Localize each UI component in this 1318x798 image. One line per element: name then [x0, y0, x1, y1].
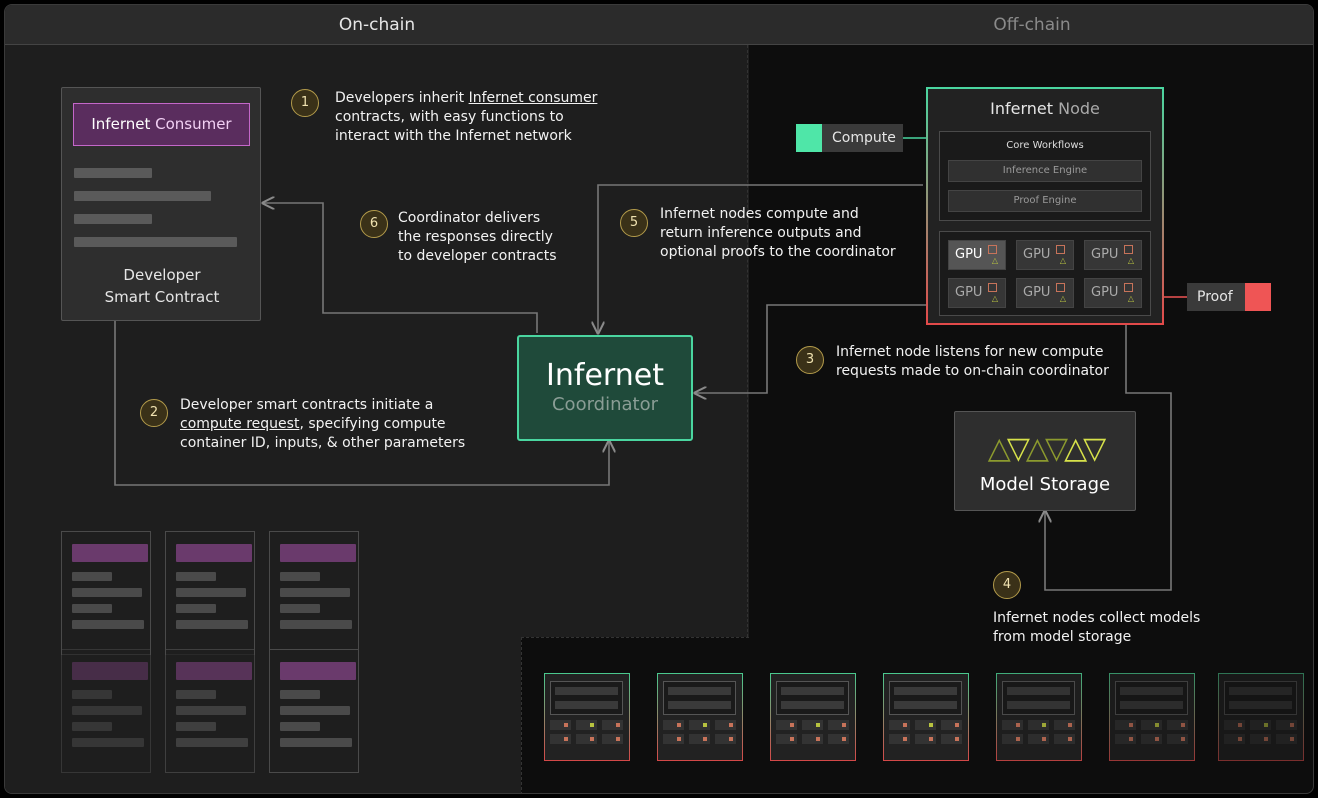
square-icon — [988, 283, 997, 292]
gpu-cell: GPU △ — [948, 240, 1006, 270]
compute-request-link[interactable]: compute request — [180, 416, 299, 432]
compute-label: Compute — [832, 130, 896, 146]
text: return inference outputs and — [660, 225, 862, 241]
step-6-badge: 6 — [360, 210, 388, 238]
step-5-badge: 5 — [620, 209, 648, 237]
gpu-label: GPU — [1091, 285, 1119, 300]
gpu-label: GPU — [1091, 247, 1119, 262]
text: Coordinator delivers — [398, 210, 541, 226]
text: Infernet node listens for new compute — [836, 344, 1104, 360]
gpu-label: GPU — [1023, 285, 1051, 300]
node-thumbnail — [1109, 673, 1195, 761]
node-thumbnail — [1218, 673, 1304, 761]
text: to developer contracts — [398, 248, 557, 264]
square-icon — [1124, 245, 1133, 254]
text: , specifying compute — [299, 416, 446, 432]
inference-engine: Inference Engine — [948, 160, 1142, 182]
text: Developer smart contracts initiate a — [180, 397, 434, 413]
node-title: Infernet Node — [928, 99, 1162, 118]
square-icon — [988, 245, 997, 254]
step-1-text: Developers inherit Infernet consumer con… — [335, 89, 655, 146]
text: Infernet nodes compute and — [660, 206, 859, 222]
model-triangles-icon: △▽△▽△▽ — [987, 431, 1106, 466]
core-workflows-box: Core Workflows Inference Engine Proof En… — [939, 131, 1151, 221]
proof-output-pill: Proof — [1187, 283, 1271, 311]
compute-swatch — [796, 124, 822, 152]
core-workflows-title: Core Workflows — [1006, 140, 1084, 151]
gpu-grid: GPU △ GPU △ GPU △ GPU △ GPU △ GPU △ — [939, 231, 1151, 316]
consumer-brand: Infernet — [91, 115, 151, 133]
node-thumbnail — [770, 673, 856, 761]
text: Developers inherit — [335, 90, 469, 106]
gpu-cell: GPU △ — [1084, 278, 1142, 308]
triangle-icon: △ — [991, 294, 998, 303]
step-2-text: Developer smart contracts initiate a com… — [180, 396, 510, 453]
consumer-label: Consumer — [150, 115, 232, 133]
diagram-frame: On-chain Off-chain Infernet Consumer Dev… — [4, 4, 1314, 794]
text: optional proofs to the coordinator — [660, 244, 896, 260]
infernet-consumer-link[interactable]: Infernet consumer — [469, 90, 598, 106]
triangle-icon: △ — [1127, 294, 1134, 303]
contract-thumbnail — [61, 531, 151, 655]
triangle-icon: △ — [1059, 294, 1066, 303]
step-2-badge: 2 — [140, 399, 168, 427]
step-4-text: Infernet nodes collect models from model… — [993, 609, 1253, 647]
code-line — [74, 237, 237, 247]
triangle-icon: △ — [991, 256, 998, 265]
proof-swatch — [1245, 283, 1271, 311]
node-thumbnail — [883, 673, 969, 761]
compute-input-pill: Compute — [796, 124, 903, 152]
model-storage-label: Model Storage — [979, 474, 1111, 495]
gpu-cell: GPU △ — [1084, 240, 1142, 270]
triangle-icon: △ — [1059, 256, 1066, 265]
triangle-icon: △ — [1127, 256, 1134, 265]
node-thumbnails-row — [5, 673, 1313, 769]
label-line: Developer — [123, 266, 201, 284]
square-icon — [1056, 245, 1065, 254]
text: contracts, with easy functions to — [335, 109, 564, 125]
node-thumbnail — [996, 673, 1082, 761]
node-label: Node — [1053, 99, 1100, 118]
infernet-node: Infernet Node Core Workflows Inference E… — [926, 87, 1164, 325]
text: interact with the Infernet network — [335, 128, 572, 144]
model-storage: △▽△▽△▽ Model Storage — [954, 411, 1136, 511]
step-5-text: Infernet nodes compute and return infere… — [660, 205, 925, 262]
proof-label: Proof — [1197, 289, 1233, 305]
text: Infernet nodes collect models — [993, 610, 1201, 626]
infernet-coordinator: Infernet Coordinator — [517, 335, 693, 441]
node-thumbnail — [544, 673, 630, 761]
label-line: Smart Contract — [104, 288, 220, 306]
contract-thumbnail — [165, 531, 255, 655]
developer-contract-label: Developer Smart Contract — [62, 264, 262, 308]
square-icon — [1124, 283, 1133, 292]
step-3-text: Infernet node listens for new compute re… — [836, 343, 1136, 381]
text: from model storage — [993, 629, 1132, 645]
gpu-cell: GPU △ — [1016, 278, 1074, 308]
contract-thumbnail — [269, 531, 359, 655]
node-thumbnail — [657, 673, 743, 761]
infernet-consumer-box: Infernet Consumer — [73, 103, 250, 146]
gpu-label: GPU — [955, 285, 983, 300]
coordinator-title: Infernet — [546, 358, 664, 393]
developer-smart-contract: Infernet Consumer Developer Smart Contra… — [61, 87, 261, 321]
node-brand: Infernet — [990, 99, 1054, 118]
step-1-badge: 1 — [291, 89, 319, 117]
gpu-label: GPU — [1023, 247, 1051, 262]
gpu-label: GPU — [955, 247, 983, 262]
text: the responses directly — [398, 229, 553, 245]
gpu-cell: GPU △ — [948, 278, 1006, 308]
code-line — [74, 168, 152, 178]
code-line — [74, 191, 211, 201]
step-3-badge: 3 — [796, 346, 824, 374]
gpu-cell: GPU △ — [1016, 240, 1074, 270]
step-6-text: Coordinator delivers the responses direc… — [398, 209, 618, 266]
proof-engine: Proof Engine — [948, 190, 1142, 212]
text: requests made to on-chain coordinator — [836, 363, 1109, 379]
square-icon — [1056, 283, 1065, 292]
code-line — [74, 214, 152, 224]
step-4-badge: 4 — [993, 571, 1021, 599]
text: container ID, inputs, & other parameters — [180, 435, 466, 451]
coordinator-subtitle: Coordinator — [551, 394, 658, 415]
